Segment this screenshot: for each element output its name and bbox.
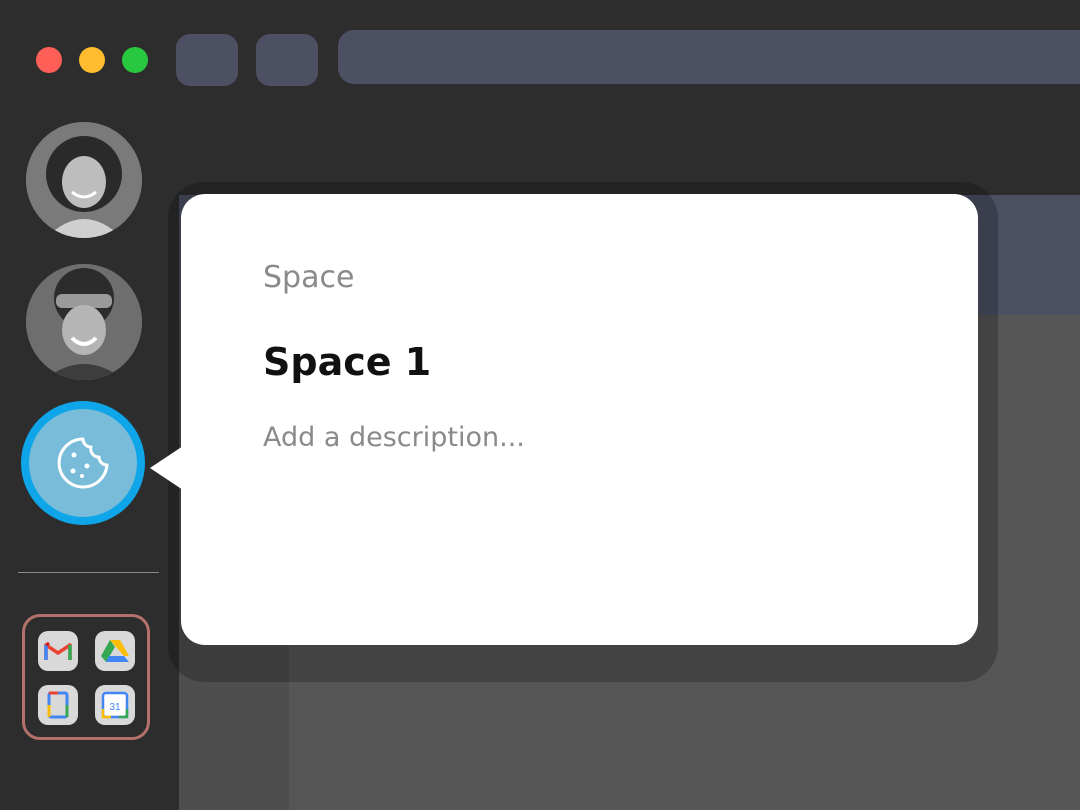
description-field[interactable]: Add a description... xyxy=(263,422,525,453)
google-drive-icon[interactable] xyxy=(95,631,135,671)
sidebar-divider xyxy=(18,572,159,573)
address-bar[interactable] xyxy=(338,30,1080,84)
space-name-field[interactable]: Space 1 xyxy=(263,340,431,384)
close-window-button[interactable] xyxy=(36,47,62,73)
gmail-icon[interactable] xyxy=(38,631,78,671)
google-calendar-icon[interactable]: 31 xyxy=(95,685,135,725)
title-bar xyxy=(0,0,1080,112)
avatar-user-1[interactable] xyxy=(26,122,142,238)
svg-text:31: 31 xyxy=(109,702,121,713)
avatar-user-2[interactable] xyxy=(26,264,142,380)
cookie-icon xyxy=(57,437,109,489)
back-button[interactable] xyxy=(176,34,238,86)
space-1-button[interactable] xyxy=(21,401,145,525)
google-docs-icon[interactable] xyxy=(38,685,78,725)
minimize-window-button[interactable] xyxy=(79,47,105,73)
apps-folder[interactable]: 31 xyxy=(22,614,150,740)
popover-label: Space xyxy=(263,260,355,295)
space-details-popover: Space Space 1 Add a description... xyxy=(181,194,978,645)
forward-button[interactable] xyxy=(256,34,318,86)
popover-pointer xyxy=(150,446,183,490)
zoom-window-button[interactable] xyxy=(122,47,148,73)
